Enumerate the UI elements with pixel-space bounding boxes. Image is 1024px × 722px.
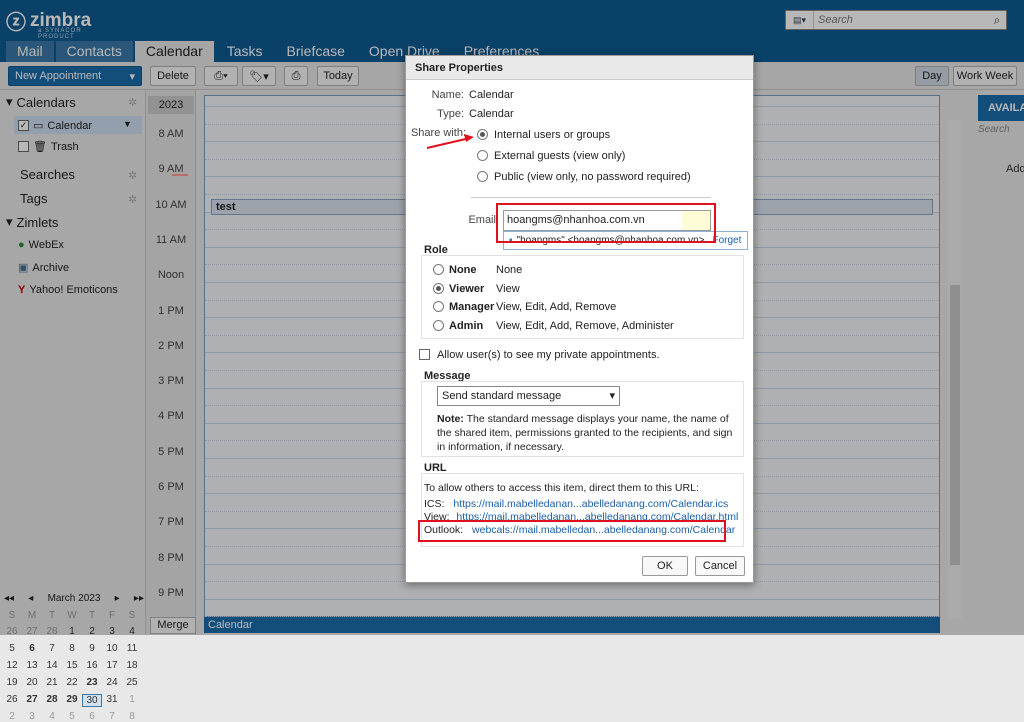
mini-calendar-day[interactable]: 25 [122, 677, 142, 688]
mini-calendar-day[interactable]: 10 [102, 643, 122, 654]
mini-calendar-day[interactable]: 4 [42, 711, 62, 722]
mini-calendar-day[interactable]: 7 [42, 643, 62, 654]
mini-calendar-day[interactable]: 5 [2, 643, 22, 654]
mini-calendar-day[interactable]: 8 [62, 643, 82, 654]
mini-calendar-day[interactable]: 5 [62, 711, 82, 722]
mini-calendar-day[interactable]: 15 [62, 660, 82, 671]
mini-calendar-day[interactable]: 27 [22, 694, 42, 705]
mini-calendar-day[interactable]: 9 [82, 643, 102, 654]
mini-calendar-day[interactable]: 7 [102, 711, 122, 722]
mini-calendar-day[interactable]: 24 [102, 677, 122, 688]
mini-calendar-day[interactable]: 23 [82, 677, 102, 688]
mini-calendar-day[interactable]: 22 [62, 677, 82, 688]
mini-calendar-day[interactable]: 31 [102, 694, 122, 705]
mini-calendar-day[interactable]: 20 [22, 677, 42, 688]
mini-calendar-day[interactable]: 6 [82, 711, 102, 722]
mini-calendar-day[interactable]: 16 [82, 660, 102, 671]
mini-calendar-day[interactable]: 12 [2, 660, 22, 671]
annotation-arrowhead [464, 134, 474, 142]
mini-calendar-day[interactable]: 28 [42, 694, 62, 705]
mini-calendar-day[interactable]: 19 [2, 677, 22, 688]
mini-calendar-day[interactable]: 30 [82, 694, 102, 707]
annotation-arrows [172, 134, 474, 176]
mini-calendar-day[interactable]: 18 [122, 660, 142, 671]
mini-calendar-day[interactable]: 26 [2, 694, 22, 705]
mini-calendar-day[interactable]: 6 [22, 643, 42, 654]
mini-calendar-day[interactable]: 13 [22, 660, 42, 671]
mini-calendar-day[interactable]: 3 [22, 711, 42, 722]
mini-calendar-day[interactable]: 21 [42, 677, 62, 688]
mini-calendar-day[interactable]: 1 [122, 694, 142, 705]
mini-calendar-day[interactable]: 8 [122, 711, 142, 722]
mini-calendar-day[interactable]: 11 [122, 643, 142, 654]
mini-calendar-day[interactable]: 29 [62, 694, 82, 705]
mini-calendar-day[interactable]: 14 [42, 660, 62, 671]
mini-calendar-day[interactable]: 2 [2, 711, 22, 722]
mini-calendar-day[interactable]: 17 [102, 660, 122, 671]
annotation-arrow-share [426, 137, 471, 149]
